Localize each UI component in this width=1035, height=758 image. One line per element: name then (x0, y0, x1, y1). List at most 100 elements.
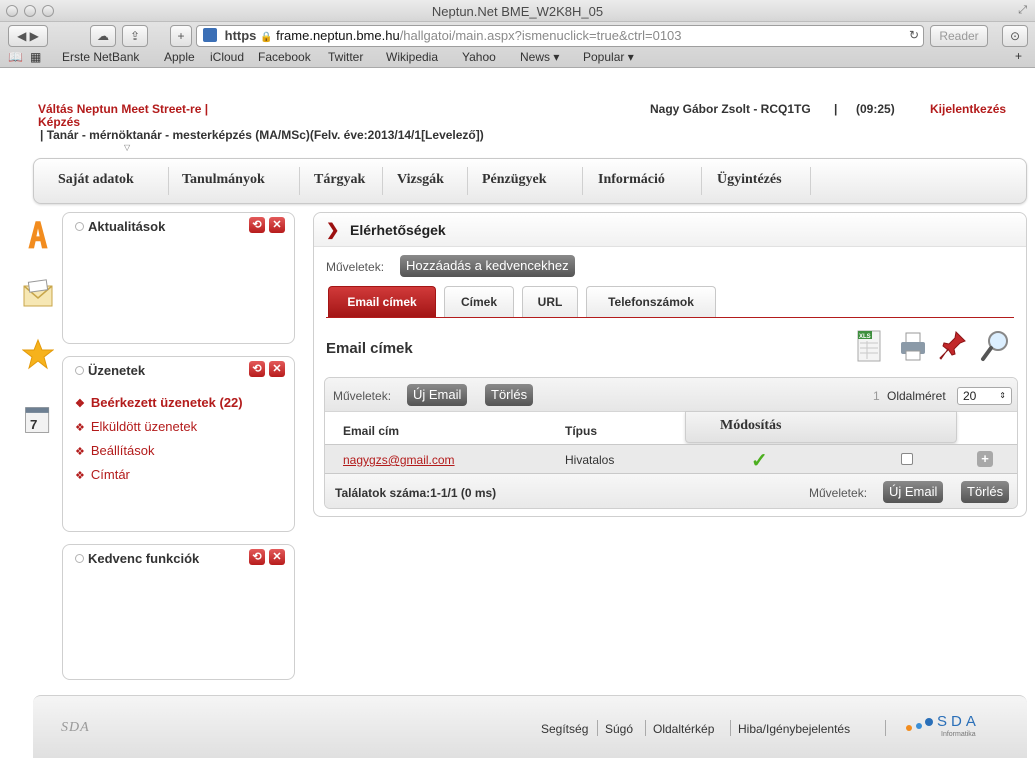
session-time: (09:25) (856, 102, 895, 116)
column-email[interactable]: Email cím (343, 424, 399, 438)
inbox-link[interactable]: ❖ Beérkezett üzenetek (22) (75, 395, 243, 419)
bookmark-twitter[interactable]: Twitter (328, 50, 363, 64)
share-button[interactable]: ⇪ (122, 25, 148, 47)
menu-targyak[interactable]: Tárgyak (314, 172, 365, 188)
page-number[interactable]: 1 (873, 389, 880, 403)
menu-tanulmanyok[interactable]: Tanulmányok (182, 172, 265, 188)
switch-meet-street-link[interactable]: Váltás Neptun Meet Street-re | (38, 102, 208, 116)
delete-button[interactable]: Törlés (485, 384, 534, 406)
training-dropdown-arrow-icon[interactable]: ▽ (124, 143, 130, 152)
fullscreen-icon[interactable]: ⤢ (1018, 4, 1027, 17)
star-icon[interactable] (22, 338, 54, 370)
table-row[interactable]: nagygzs@gmail.com Hivatalos ✓ + (325, 444, 1017, 474)
search-icon[interactable] (980, 329, 1010, 363)
training-label: Képzés (38, 115, 81, 129)
row-select-checkbox[interactable] (901, 453, 913, 465)
reader-button[interactable]: Reader (930, 25, 988, 47)
new-email-button[interactable]: Új Email (407, 384, 468, 406)
email-cell[interactable]: nagygzs@gmail.com (343, 453, 455, 467)
grid-toolbar: Műveletek: Új Email Törlés 1 Oldalméret … (325, 378, 1017, 412)
calendar-icon[interactable]: 7 (22, 404, 54, 436)
bookmark-wikipedia[interactable]: Wikipedia (386, 50, 438, 64)
footer-help-link[interactable]: Segítség (541, 722, 588, 736)
results-count: Találatok száma:1-1/1 (0 ms) (335, 486, 497, 500)
training-role[interactable]: | Tanár - mérnöktanár - mesterképzés (MA… (40, 128, 484, 142)
url-path: /hallgatoi/main.aspx?ismenuclick=true&ct… (399, 28, 682, 43)
bookmark-apple[interactable]: Apple (164, 50, 195, 64)
contacts-panel: ❯ Elérhetőségek Műveletek: Hozzáadás a k… (313, 212, 1027, 517)
menu-penzugyek[interactable]: Pénzügyek (482, 172, 547, 188)
tab-addresses[interactable]: Címek (444, 286, 514, 317)
menu-informacio[interactable]: Információ (598, 172, 665, 188)
page-size-label: Oldalméret (887, 389, 946, 403)
add-to-favorites-button[interactable]: Hozzáadás a kedvencekhez (400, 255, 575, 277)
url-bar[interactable]: https 🔒 frame.neptun.bme.hu/hallgatoi/ma… (196, 25, 924, 47)
footer-new-email-button[interactable]: Új Email (883, 481, 944, 503)
reading-list-icon[interactable]: 📖 (8, 50, 23, 64)
sent-messages-link[interactable]: ❖ Elküldött üzenetek (75, 419, 243, 443)
close-icon[interactable]: ✕ (269, 217, 285, 233)
bookmark-icloud[interactable]: iCloud (210, 50, 244, 64)
url-scheme: https (224, 28, 257, 43)
menu-vizsgak[interactable]: Vizsgák (397, 172, 444, 188)
close-icon[interactable]: ✕ (269, 361, 285, 377)
add-bookmark-icon[interactable]: + (1015, 49, 1022, 63)
news-box-title: Aktualitások (75, 219, 165, 234)
menu-divider (168, 167, 169, 195)
refresh-icon[interactable]: ⟲ (249, 361, 265, 377)
section-title: Email címek (326, 340, 413, 357)
tab-url[interactable]: URL (522, 286, 578, 317)
footer-divider (885, 720, 886, 736)
collapse-dot-icon[interactable] (75, 554, 84, 563)
refresh-icon[interactable]: ⟲ (249, 217, 265, 233)
messages-box: Üzenetek ⟲ ✕ ❖ Beérkezett üzenetek (22) ❖… (62, 356, 295, 532)
grid-footer: Találatok száma:1-1/1 (0 ms) Műveletek: … (325, 474, 1017, 508)
footer-bug-report-link[interactable]: Hiba/Igénybejelentés (738, 722, 850, 736)
footer-delete-button[interactable]: Törlés (961, 481, 1010, 503)
menu-divider (582, 167, 583, 195)
diamond-bullet-icon: ❖ (75, 422, 85, 434)
bookmark-news[interactable]: News ▾ (520, 50, 559, 64)
icloud-tabs-button[interactable]: ☁ (90, 25, 116, 47)
address-book-link[interactable]: ❖ Címtár (75, 467, 243, 491)
new-tab-button[interactable]: + (170, 25, 192, 47)
bookmark-facebook[interactable]: Facebook (258, 50, 311, 64)
envelope-icon[interactable] (22, 278, 54, 310)
bookmark-popular[interactable]: Popular ▾ (583, 50, 634, 64)
bookmark-yahoo[interactable]: Yahoo (462, 50, 496, 64)
message-settings-link[interactable]: ❖ Beállítások (75, 443, 243, 467)
menu-divider (467, 167, 468, 195)
logout-link[interactable]: Kijelentkezés (930, 102, 1006, 116)
bookmark-erste-netbank[interactable]: Erste NetBank (62, 50, 139, 64)
diamond-bullet-icon: ❖ (75, 398, 85, 410)
collapse-dot-icon[interactable] (75, 222, 84, 231)
footer-sitemap-link[interactable]: Oldaltérkép (653, 722, 714, 736)
refresh-icon[interactable]: ⟲ (249, 549, 265, 565)
menu-sajat-adatok[interactable]: Saját adatok (58, 172, 134, 188)
favorites-box-title: Kedvenc funkciók (75, 551, 199, 566)
tab-email-addresses[interactable]: Email címek (328, 286, 436, 317)
expand-row-button[interactable]: + (977, 451, 993, 467)
letter-a-icon[interactable] (22, 218, 54, 250)
collapse-dot-icon[interactable] (75, 366, 84, 375)
sda-logo-dots-icon (906, 718, 933, 731)
grid-operations-label: Műveletek: (333, 389, 392, 403)
menu-divider (701, 167, 702, 195)
pin-icon[interactable] (938, 329, 968, 363)
excel-export-icon[interactable]: XLS (854, 329, 884, 363)
column-type[interactable]: Típus (565, 424, 597, 438)
close-icon[interactable]: ✕ (269, 549, 285, 565)
reload-icon[interactable]: ↻ (904, 25, 924, 47)
panel-header: ❯ Elérhetőségek (314, 213, 1026, 247)
downloads-button[interactable]: ⊙ (1002, 25, 1028, 47)
print-icon[interactable] (898, 329, 928, 363)
messages-list: ❖ Beérkezett üzenetek (22) ❖ Elküldött üze… (75, 395, 243, 491)
back-forward-buttons[interactable]: ◀ ▶ (8, 25, 48, 47)
browser-titlebar: Neptun.Net BME_W2K8H_05 ⤢ (0, 0, 1035, 22)
menu-ugyintezes[interactable]: Ügyintézés (717, 172, 782, 188)
footer-manual-link[interactable]: Súgó (605, 722, 633, 736)
page-size-select[interactable]: 20 ⇕ (957, 387, 1012, 405)
top-sites-icon[interactable]: ▦ (30, 50, 41, 64)
menu-divider (299, 167, 300, 195)
tab-phone-numbers[interactable]: Telefonszámok (586, 286, 716, 317)
